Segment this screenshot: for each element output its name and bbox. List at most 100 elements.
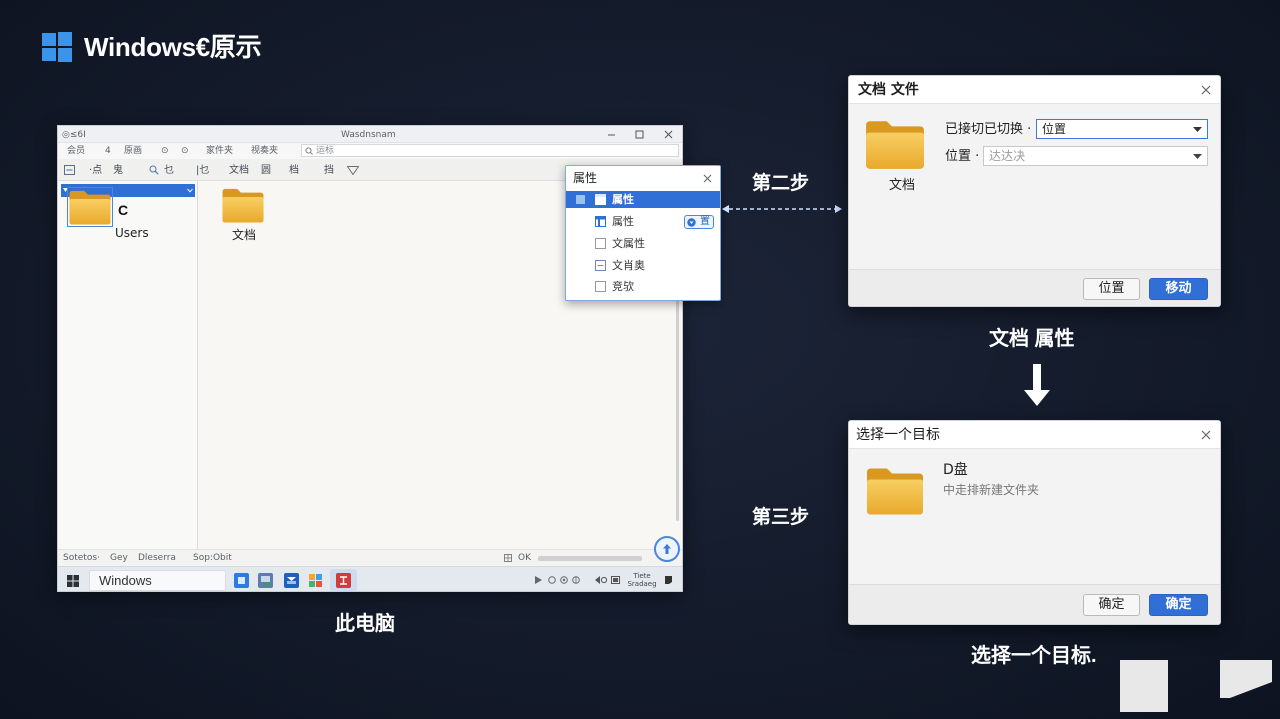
layout-icon[interactable] <box>64 165 75 175</box>
nav-folder-label[interactable]: Users <box>115 227 149 240</box>
explorer-caption: 此电脑 <box>335 613 395 635</box>
explorer-window-title: Wasdnsnam <box>341 130 396 140</box>
filter-icon[interactable] <box>347 166 359 175</box>
dialog-title: 文档 文件 <box>858 82 919 98</box>
active-app-highlight[interactable] <box>330 569 357 591</box>
volume-icon[interactable] <box>595 576 607 584</box>
toolbar-item-8[interactable]: 挡 <box>324 165 334 176</box>
menu-item-1[interactable]: 会员 <box>67 146 85 156</box>
notification-icon[interactable] <box>664 575 673 585</box>
option-chip-label: 置 <box>700 216 710 227</box>
nav-drive-label[interactable]: C <box>118 203 128 217</box>
dialog-title-bar: 文档 文件 <box>849 76 1220 104</box>
menu-item-2[interactable]: 4 <box>105 146 111 156</box>
header: Windows€原示 <box>42 30 302 64</box>
app-icon[interactable] <box>336 573 351 588</box>
move-button[interactable]: 移动 <box>1149 278 1208 300</box>
arrow-down-icon <box>1022 364 1052 408</box>
position-dropdown-placeholder: 达达决 <box>989 149 1026 163</box>
toolbar-item-6[interactable]: 圆 <box>261 165 271 176</box>
clock-line-2: Sradaeg <box>627 580 657 588</box>
search-input[interactable] <box>316 145 676 156</box>
context-menu-item-3[interactable]: 文属性 <box>566 235 720 252</box>
search-icon <box>305 147 313 155</box>
toolbar-item-5[interactable]: 文档 <box>229 165 249 176</box>
context-menu-item-4[interactable]: 文肖奥 <box>566 257 720 274</box>
option-chip[interactable]: 置 <box>684 215 714 229</box>
field-2-label: 位置 · <box>945 149 980 164</box>
location-dropdown[interactable]: 位置 <box>1036 119 1208 139</box>
scroll-to-top-button[interactable] <box>654 536 680 562</box>
settings-icon[interactable] <box>572 576 580 584</box>
mail-icon[interactable] <box>284 573 299 588</box>
store-icon[interactable] <box>308 573 323 588</box>
position-dropdown[interactable]: 达达决 <box>983 146 1208 166</box>
folder-icon[interactable] <box>221 186 265 224</box>
minimize-icon[interactable] <box>607 130 616 139</box>
dialog-footer: 位置 移动 <box>849 269 1220 306</box>
vertical-scrollbar[interactable] <box>676 301 679 521</box>
location-dropdown-value: 位置 <box>1042 122 1067 136</box>
confirm-secondary-button[interactable]: 确定 <box>1083 594 1140 616</box>
context-menu-item-5[interactable]: 竞欤 <box>566 278 720 295</box>
toggle-icon <box>687 218 696 227</box>
context-menu-item-label: 文属性 <box>612 237 645 250</box>
file-explorer-icon[interactable] <box>234 573 249 588</box>
taskbar-clock[interactable]: Tiete Sradaeg <box>624 572 660 590</box>
maximize-icon[interactable] <box>635 130 644 139</box>
target-caption: 选择一个目标. <box>971 645 1097 667</box>
dialog-folder-label: 文档 <box>889 178 916 193</box>
location-button[interactable]: 位置 <box>1083 278 1140 300</box>
play-icon[interactable] <box>535 576 542 584</box>
folder-icon[interactable] <box>865 464 925 517</box>
window-icon <box>595 194 606 205</box>
folder-icon[interactable] <box>67 187 113 227</box>
context-menu-item-1[interactable]: 属性 <box>566 191 720 208</box>
taskbar: Windows Tiete Sradaeg <box>58 566 682 591</box>
chevron-down-icon[interactable] <box>187 188 193 193</box>
explorer-search-box[interactable] <box>301 144 679 157</box>
confirm-button[interactable]: 确定 <box>1149 594 1208 616</box>
toolbar-item-7[interactable]: 档 <box>289 165 299 176</box>
explorer-title-bar: ◎≤6Ⅰ Wasdnsnam <box>58 126 682 143</box>
status-text-2: Gey <box>110 553 128 563</box>
sync-icon[interactable] <box>560 576 568 584</box>
context-menu-item-label: 属性 <box>612 193 634 206</box>
properties-caption: 文档 属性 <box>989 328 1075 350</box>
chevron-down-icon <box>1193 127 1202 132</box>
photos-icon[interactable] <box>258 573 273 588</box>
checkbox-icon[interactable] <box>595 238 606 249</box>
step-3-label: 第三步 <box>752 507 810 528</box>
menu-item-5[interactable]: ⊙ <box>181 146 189 156</box>
checkbox-icon[interactable] <box>595 281 606 292</box>
close-icon[interactable] <box>1201 85 1211 95</box>
toolbar-item-1[interactable]: ·点 <box>89 165 102 176</box>
toolbar-item-4[interactable]: |乜 <box>196 165 209 176</box>
menu-item-6[interactable]: 家件夹 <box>206 146 233 156</box>
menu-item-7[interactable]: 视奏夹 <box>251 146 278 156</box>
menu-item-3[interactable]: 原画 <box>124 146 142 156</box>
grid-view-icon[interactable] <box>504 554 512 562</box>
close-icon[interactable] <box>703 174 712 183</box>
target-item-title[interactable]: D盘 <box>943 463 968 478</box>
selection-indicator-icon <box>576 195 585 204</box>
properties-context-menu: 属性 属性 属性 置 文属性 文肖奥 竞欤 <box>565 165 721 301</box>
toolbar-item-2[interactable]: 鬼 <box>113 165 123 176</box>
search-icon[interactable] <box>149 165 159 175</box>
explorer-menu-bar: 会员 4 原画 ⊙ ⊙ 家件夹 视奏夹 <box>58 143 682 159</box>
start-icon[interactable] <box>67 575 79 587</box>
main-folder-label[interactable]: 文档 <box>232 229 256 242</box>
chevron-down-icon <box>1193 154 1202 159</box>
context-menu-item-2[interactable]: 属性 置 <box>566 213 720 230</box>
battery-icon[interactable] <box>611 576 620 584</box>
horizontal-scrollbar[interactable] <box>538 556 642 561</box>
close-icon[interactable] <box>664 130 673 139</box>
toolbar-item-3[interactable]: 乜 <box>164 165 174 176</box>
header-title: Windows€原示 <box>84 32 262 62</box>
field-1-label: 已接切已切换 · <box>945 122 1032 137</box>
network-icon[interactable] <box>548 576 556 584</box>
taskbar-search-box[interactable]: Windows <box>89 570 226 591</box>
menu-item-4[interactable]: ⊙ <box>161 146 169 156</box>
context-menu-item-label: 属性 <box>612 215 634 228</box>
close-icon[interactable] <box>1201 430 1211 440</box>
